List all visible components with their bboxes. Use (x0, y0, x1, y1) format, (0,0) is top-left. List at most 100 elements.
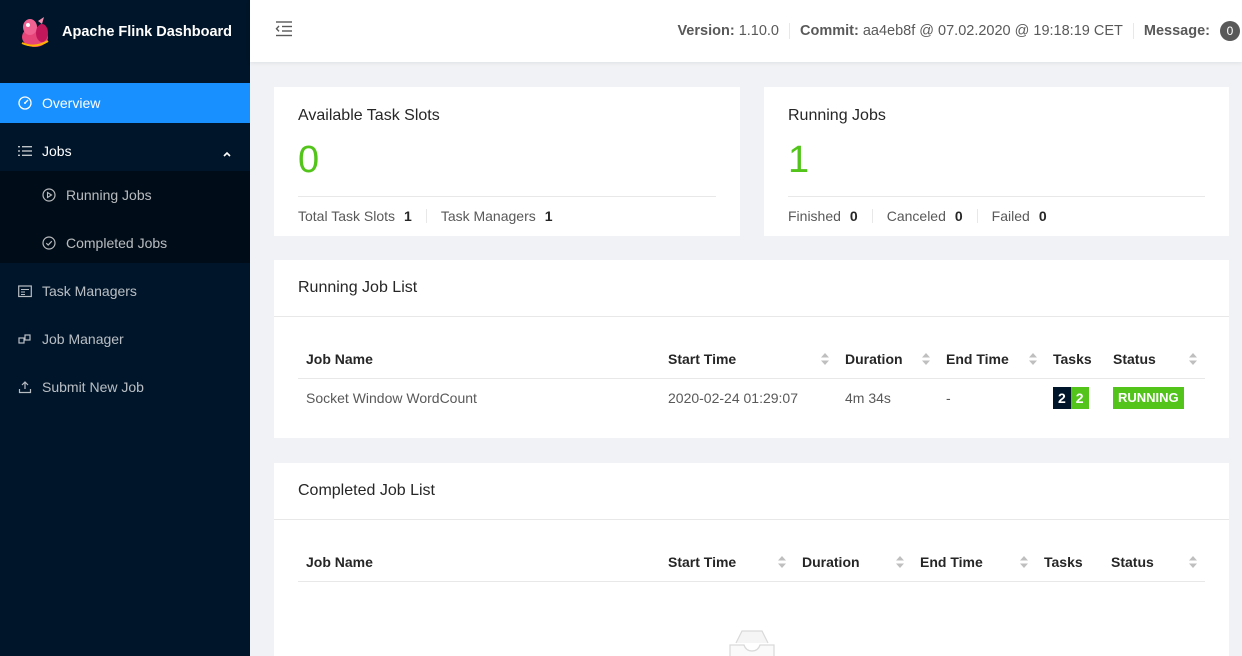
commit-label: Commit: (800, 23, 859, 39)
app-title: Apache Flink Dashboard (62, 23, 233, 40)
sort-icon[interactable] (1020, 556, 1028, 568)
column-label: Job Name (306, 553, 373, 570)
divider (871, 209, 873, 223)
column-header-status[interactable]: Status (1105, 340, 1205, 379)
start-time-cell: 2020-02-24 01:29:07 (668, 390, 798, 407)
total-slots-label: Total Task Slots (298, 208, 396, 224)
sidebar-item-label: Running Jobs (66, 187, 152, 203)
column-label: Status (1113, 350, 1156, 367)
task-slots-card: Available Task Slots 0 Total Task Slots … (274, 87, 740, 236)
sort-icon[interactable] (1189, 556, 1197, 568)
finished-value: 0 (849, 208, 858, 224)
column-header-tasks: Tasks (1036, 543, 1103, 582)
list-icon (18, 144, 32, 158)
sidebar-item-completed-jobs[interactable]: Completed Jobs (0, 223, 250, 263)
version-label: Version: (677, 23, 735, 39)
sidebar-item-submit-new-job[interactable]: Submit New Job (0, 367, 250, 407)
running-jobs-table: Job Name Start Time Duration End Time Ta… (298, 340, 1205, 418)
sidebar-item-label: Job Manager (42, 331, 124, 347)
cluster-icon (18, 332, 32, 346)
commit-info: Commit: aa4eb8f @ 07.02.2020 @ 19:18:19 … (790, 23, 1133, 39)
column-label: End Time (920, 553, 983, 570)
sidebar-item-overview[interactable]: Overview (0, 83, 250, 123)
message-info[interactable]: Message: 0 (1134, 21, 1242, 41)
available-slots-value: 0 (298, 139, 320, 181)
column-label: Tasks (1053, 350, 1092, 367)
jobs-submenu: Running Jobs Completed Jobs (0, 171, 250, 263)
column-label: Start Time (668, 553, 737, 570)
column-header-status[interactable]: Status (1103, 543, 1205, 582)
divider (976, 209, 978, 223)
divider (274, 519, 1229, 520)
column-label: Status (1111, 553, 1154, 570)
divider (274, 316, 1229, 317)
divider (425, 209, 427, 223)
sort-icon[interactable] (896, 556, 904, 568)
chevron-up-icon (222, 146, 232, 162)
version-value: 1.10.0 (738, 23, 780, 39)
message-count-badge[interactable]: 0 (1220, 21, 1240, 41)
failed-label: Failed (991, 208, 1030, 224)
tasks-cell: 22 (1045, 378, 1105, 418)
divider (788, 196, 1205, 197)
canceled-label: Canceled (886, 208, 946, 224)
card-title: Running Jobs (788, 107, 886, 124)
table-row[interactable]: Socket Window WordCount 2020-02-24 01:29… (298, 378, 1205, 418)
column-label: End Time (946, 350, 1009, 367)
end-time-cell: - (946, 390, 951, 407)
sort-icon[interactable] (1029, 353, 1037, 365)
header: Version: 1.10.0 Commit: aa4eb8f @ 07.02.… (250, 0, 1242, 62)
schedule-icon (18, 284, 32, 298)
column-header-duration[interactable]: Duration (837, 340, 938, 379)
duration-cell: 4m 34s (845, 390, 891, 407)
failed-value: 0 (1038, 208, 1047, 224)
sidebar-menu: Overview Jobs Running Jobs Completed Job… (0, 83, 250, 407)
sidebar-item-running-jobs[interactable]: Running Jobs (0, 175, 250, 215)
header-info: Version: 1.10.0 Commit: aa4eb8f @ 07.02.… (667, 0, 1242, 62)
sort-icon[interactable] (922, 353, 930, 365)
sidebar-item-task-managers[interactable]: Task Managers (0, 271, 250, 311)
logo[interactable]: Apache Flink Dashboard (0, 0, 250, 63)
play-circle-icon (42, 188, 56, 202)
completed-job-list-card: Completed Job List Job Name Start Time D… (274, 463, 1229, 656)
sort-icon[interactable] (821, 353, 829, 365)
column-header-duration[interactable]: Duration (794, 543, 912, 582)
sidebar-item-label: Overview (42, 95, 101, 111)
card-footer: Total Task Slots 1 Task Managers 1 (298, 208, 553, 224)
status-cell: RUNNING (1105, 378, 1205, 418)
commit-value: aa4eb8f @ 07.02.2020 @ 19:18:19 CET (862, 23, 1123, 39)
dashboard-icon (18, 96, 32, 110)
column-header-job-name[interactable]: Job Name (298, 340, 660, 379)
version-info: Version: 1.10.0 (667, 23, 789, 39)
column-header-end-time[interactable]: End Time (912, 543, 1036, 582)
sidebar-item-label: Jobs (42, 143, 72, 159)
sidebar: Apache Flink Dashboard Overview Jobs Run… (0, 0, 250, 656)
column-header-job-name[interactable]: Job Name (298, 543, 660, 582)
column-label: Duration (802, 553, 860, 570)
message-label: Message: (1143, 23, 1210, 39)
sidebar-item-jobs[interactable]: Jobs (0, 131, 250, 171)
sort-icon[interactable] (778, 556, 786, 568)
status-badge: RUNNING (1113, 387, 1184, 410)
column-header-start-time[interactable]: Start Time (660, 340, 837, 379)
sidebar-item-job-manager[interactable]: Job Manager (0, 319, 250, 359)
completed-jobs-table: Job Name Start Time Duration End Time Ta… (298, 543, 1205, 582)
sort-icon[interactable] (1189, 353, 1197, 365)
column-header-end-time[interactable]: End Time (938, 340, 1045, 379)
column-header-start-time[interactable]: Start Time (660, 543, 794, 582)
card-title: Running Job List (298, 279, 418, 296)
column-label: Duration (845, 350, 903, 367)
table-header-row: Job Name Start Time Duration End Time Ta… (298, 543, 1205, 582)
canceled-value: 0 (954, 208, 963, 224)
upload-icon (18, 380, 32, 394)
column-label: Job Name (306, 350, 373, 367)
column-header-tasks: Tasks (1045, 340, 1105, 379)
check-circle-icon (42, 236, 56, 250)
column-label: Start Time (668, 350, 737, 367)
squirrel-logo-icon (21, 16, 49, 47)
divider (298, 196, 716, 197)
job-name-cell: Socket Window WordCount (306, 390, 477, 407)
menu-fold-icon[interactable] (275, 21, 293, 37)
empty-inbox-icon (729, 630, 775, 656)
tasks-total-badge: 2 (1053, 387, 1071, 410)
